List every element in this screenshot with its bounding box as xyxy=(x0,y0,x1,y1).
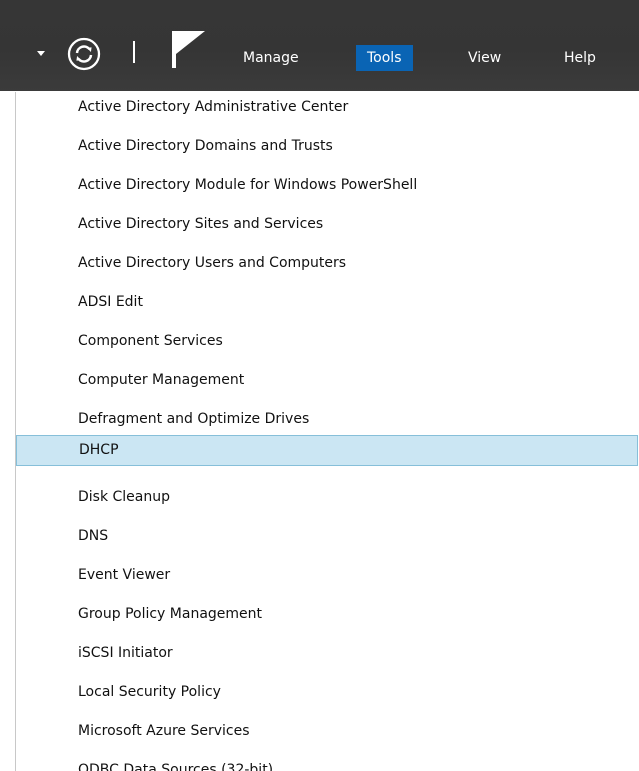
menu-item-active-directory-sites-and-services[interactable]: Active Directory Sites and Services xyxy=(16,209,638,240)
menu-item-computer-management[interactable]: Computer Management xyxy=(16,365,638,396)
server-manager-window: Manage Tools View Help Active Directory … xyxy=(0,0,639,771)
notifications-flag-icon[interactable] xyxy=(172,31,206,71)
menu-item-iscsi-initiator[interactable]: iSCSI Initiator xyxy=(16,638,638,669)
menu-item-dns[interactable]: DNS xyxy=(16,521,638,552)
menu-item-active-directory-powershell-module[interactable]: Active Directory Module for Windows Powe… xyxy=(16,170,638,201)
menu-item-odbc-data-sources-32-bit[interactable]: ODBC Data Sources (32-bit) xyxy=(16,755,638,771)
menu-item-dhcp[interactable]: DHCP xyxy=(16,435,638,466)
menu-item-group-policy-management[interactable]: Group Policy Management xyxy=(16,599,638,630)
menu-item-defragment-and-optimize-drives[interactable]: Defragment and Optimize Drives xyxy=(16,404,638,435)
refresh-icon[interactable] xyxy=(67,37,101,71)
tools-dropdown-list: Active Directory Administrative Center A… xyxy=(15,92,639,771)
menu-tools[interactable]: Tools xyxy=(356,45,413,71)
menu-item-event-viewer[interactable]: Event Viewer xyxy=(16,560,638,591)
menu-manage[interactable]: Manage xyxy=(243,45,299,71)
menu-item-active-directory-domains-and-trusts[interactable]: Active Directory Domains and Trusts xyxy=(16,131,638,162)
menu-help[interactable]: Help xyxy=(564,45,596,71)
menu-item-active-directory-users-and-computers[interactable]: Active Directory Users and Computers xyxy=(16,248,638,279)
toolbar-separator xyxy=(133,41,135,63)
menu-item-microsoft-azure-services[interactable]: Microsoft Azure Services xyxy=(16,716,638,747)
menu-view[interactable]: View xyxy=(468,45,501,71)
menu-item-local-security-policy[interactable]: Local Security Policy xyxy=(16,677,638,708)
menu-item-active-directory-administrative-center[interactable]: Active Directory Administrative Center xyxy=(16,92,638,123)
menu-item-adsi-edit[interactable]: ADSI Edit xyxy=(16,287,638,318)
menu-item-component-services[interactable]: Component Services xyxy=(16,326,638,357)
top-toolbar: Manage Tools View Help xyxy=(0,0,639,91)
menu-item-disk-cleanup[interactable]: Disk Cleanup xyxy=(16,482,638,513)
chevron-down-icon[interactable] xyxy=(37,51,45,56)
